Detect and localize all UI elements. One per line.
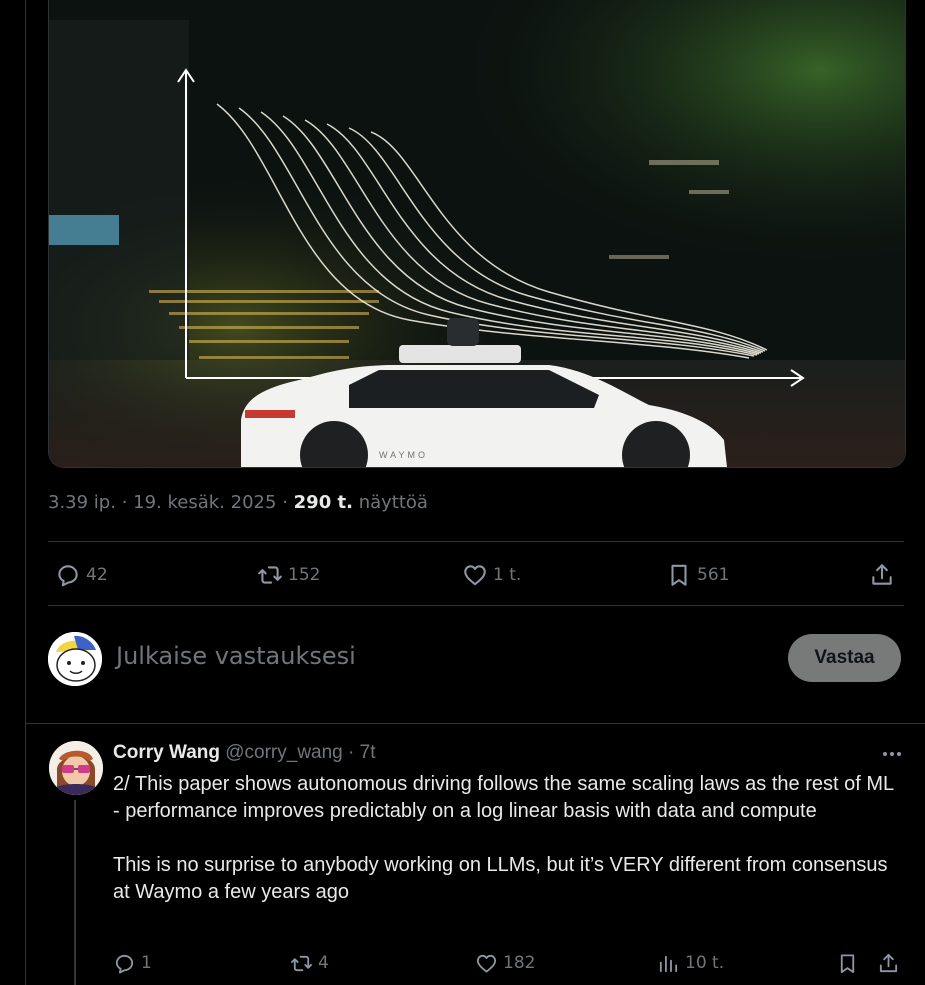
thread-connector-line [74,800,76,985]
views-count[interactable]: 290 t. [294,492,353,513]
share-icon [879,953,898,972]
meta-separator: · [121,492,128,513]
waymo-logo-text: WAYMO [379,450,428,460]
repost-button[interactable]: 4 [290,950,329,976]
bookmark-button[interactable]: 561 [666,558,729,592]
repost-count: 152 [288,565,321,585]
reply-button[interactable]: 42 [55,558,108,592]
divider [26,723,925,724]
like-count: 182 [503,953,536,973]
share-icon [872,564,892,585]
views-count: 10 t. [685,953,725,973]
waymo-scaling-photo: WAYMO [49,0,905,467]
tweet-paragraph: 2/ This paper shows autonomous driving f… [113,773,894,822]
user-avatar[interactable] [48,632,102,686]
share-button[interactable] [869,558,900,592]
avatar-image [48,632,102,686]
like-count: 1 t. [493,565,522,585]
analytics-icon [659,955,678,972]
tweet-date[interactable]: 19. kesäk. 2025 [133,492,276,513]
reply-icon [58,565,78,587]
repost-icon [258,566,282,584]
reply-input[interactable]: Julkaise vastauksesi [116,642,356,670]
divider [48,541,904,542]
heart-icon [464,565,486,586]
tweet-time[interactable]: 7t [360,742,376,763]
tweet-text: 2/ This paper shows autonomous driving f… [113,771,903,906]
bookmark-icon [840,953,855,973]
views-label: näyttöä [358,492,428,513]
repost-button[interactable]: 152 [257,558,320,592]
bookmark-count: 561 [697,565,730,585]
share-button[interactable] [877,950,905,976]
avatar-image [49,741,103,795]
reply-count: 42 [86,565,108,585]
author-avatar[interactable] [49,741,103,795]
header-separator: · [348,742,355,763]
bookmark-button[interactable] [836,950,864,976]
repost-count: 4 [318,953,329,973]
views-button[interactable]: 10 t. [657,950,724,976]
like-button[interactable]: 182 [475,950,535,976]
tweet-paragraph: This is no surprise to anybody working o… [113,854,888,903]
heart-icon [476,954,497,973]
tweet-time[interactable]: 3.39 ip. [48,492,116,513]
author-handle[interactable]: @corry_wang [225,742,343,763]
submit-reply-button[interactable]: Vastaa [788,634,901,682]
timeline-left-border [25,0,26,985]
reply-button[interactable]: 1 [113,950,152,976]
tweet-media-image[interactable]: WAYMO [48,0,906,468]
author-name[interactable]: Corry Wang [113,742,220,763]
reply-icon [115,954,134,974]
meta-separator: · [282,492,288,513]
reply-count: 1 [141,953,152,973]
tweet-meta-line: 3.39 ip. · 19. kesäk. 2025 · 290 t. näyt… [48,492,428,513]
like-button[interactable]: 1 t. [462,558,521,592]
repost-icon [291,955,312,971]
bookmark-icon [671,564,687,586]
tweet-header: Corry Wang @corry_wang · 7t [113,742,376,764]
divider [48,605,904,606]
more-options-icon[interactable] [880,744,904,764]
